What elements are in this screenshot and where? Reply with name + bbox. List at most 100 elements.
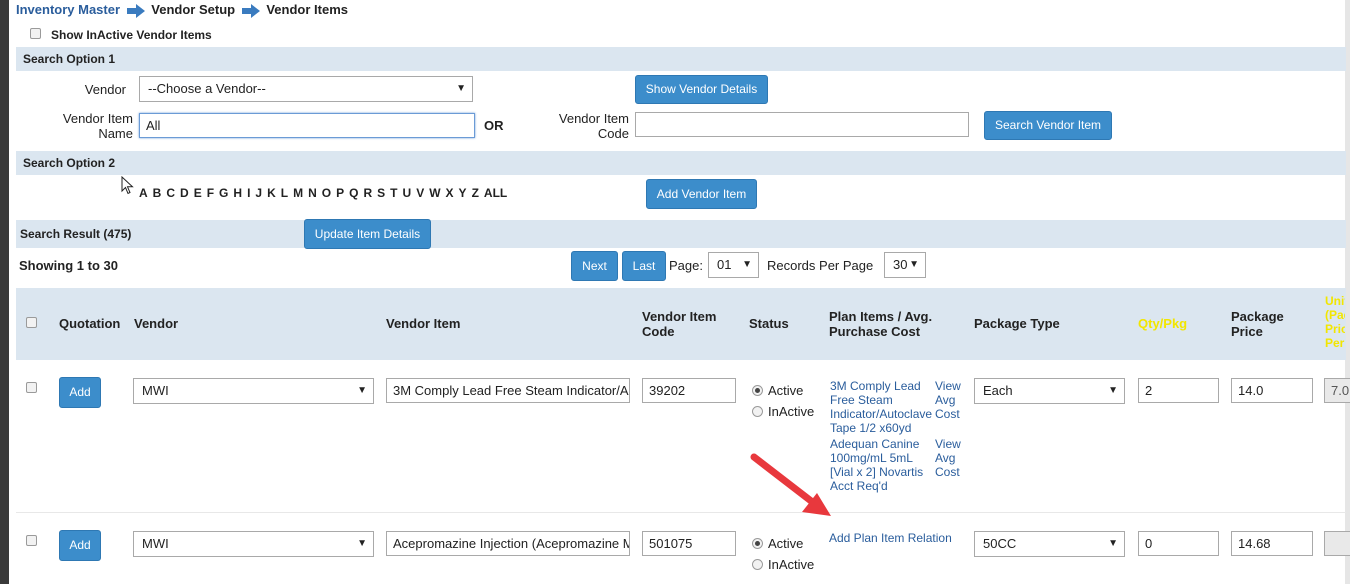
letter-filter-a[interactable]: A [139, 186, 148, 200]
select-all-checkbox[interactable] [26, 317, 37, 328]
breadcrumb-vendor-setup[interactable]: Vendor Setup [151, 2, 235, 17]
letter-filter-i[interactable]: I [247, 186, 250, 200]
alphabet-filter: A B C D E F G H I J K L M N O P Q R S T U V W X Y Z ALL [139, 186, 512, 200]
arrow-right-icon [241, 3, 260, 18]
row-1-add-button[interactable]: Add [59, 377, 101, 408]
row-1-plan-item-1-view-avg-cost-link[interactable]: View Avg Cost [935, 379, 961, 421]
next-button[interactable]: Next [571, 251, 618, 281]
update-item-details-button[interactable]: Update Item Details [304, 219, 431, 249]
show-vendor-details-button[interactable]: Show Vendor Details [635, 75, 768, 104]
row-1-price-input[interactable]: 14.0 [1231, 378, 1313, 403]
letter-filter-g[interactable]: G [219, 186, 228, 200]
vendor-item-code-label: Vendor Item Code [544, 111, 629, 141]
letter-filter-e[interactable]: E [194, 186, 202, 200]
letter-filter-p[interactable]: P [336, 186, 344, 200]
letter-filter-h[interactable]: H [233, 186, 242, 200]
letter-filter-o[interactable]: O [322, 186, 331, 200]
letter-filter-z[interactable]: Z [472, 186, 479, 200]
header-quotation: Quotation [59, 316, 121, 331]
letter-filter-w[interactable]: W [429, 186, 440, 200]
vendor-item-code-input[interactable] [635, 112, 969, 137]
row-2-code-input[interactable]: 501075 [642, 531, 736, 556]
row-1-status-active[interactable]: Active [752, 382, 803, 398]
row-1-vendor-select[interactable]: MWI ▼ [133, 378, 374, 404]
row-1-vendor-item-input[interactable]: 3M Comply Lead Free Steam Indicator/Auto… [386, 378, 630, 403]
row-1-checkbox[interactable] [26, 382, 37, 393]
show-inactive-checkbox[interactable] [30, 28, 41, 39]
letter-filter-y[interactable]: Y [459, 186, 467, 200]
letter-filter-n[interactable]: N [308, 186, 317, 200]
row-2-vendor-value: MWI [142, 536, 169, 551]
row-2-vendor-item-input[interactable]: Acepromazine Injection (Acepromazine Mal… [386, 531, 630, 556]
letter-filter-v[interactable]: V [416, 186, 424, 200]
row-1-inactive-label: InActive [768, 404, 815, 420]
letter-filter-d[interactable]: D [180, 186, 189, 200]
row-2-status-inactive[interactable]: InActive [752, 556, 814, 572]
letter-filter-f[interactable]: F [207, 186, 214, 200]
letter-filter-m[interactable]: M [293, 186, 303, 200]
row-1-plan-item-1-link[interactable]: 3M Comply Lead Free Steam Indicator/Auto… [830, 379, 932, 435]
row-1-status-inactive[interactable]: InActive [752, 403, 814, 419]
add-vendor-item-button[interactable]: Add Vendor Item [646, 179, 757, 209]
letter-filter-r[interactable]: R [363, 186, 372, 200]
vendor-select[interactable]: --Choose a Vendor-- ▼ [139, 76, 473, 102]
last-button[interactable]: Last [622, 251, 666, 281]
search-option-1-title: Search Option 1 [23, 52, 116, 66]
vendor-item-name-label-line1: Vendor Item [62, 111, 133, 126]
row-2-status-active[interactable]: Active [752, 535, 803, 551]
radio-unselected-icon[interactable] [752, 559, 763, 571]
header-plan-line2: Purchase Cost [829, 324, 921, 339]
breadcrumb-inventory-master[interactable]: Inventory Master [16, 2, 120, 17]
or-text: OR [484, 118, 504, 133]
header-package-type: Package Type [974, 316, 1060, 331]
radio-selected-icon[interactable] [752, 385, 763, 397]
plan-item-line: 100mg/mL 5mL [830, 451, 913, 465]
row-1-package-type-select[interactable]: Each ▼ [974, 378, 1125, 404]
search-vendor-item-button[interactable]: Search Vendor Item [984, 111, 1112, 140]
chevron-down-icon: ▼ [742, 259, 752, 270]
plan-item-line: Indicator/Autoclave [830, 407, 933, 421]
header-unit-line2: (Pac [1325, 308, 1345, 322]
row-2-checkbox[interactable] [26, 535, 37, 546]
header-unit-price: Unit (Pac Price Per [1325, 294, 1345, 350]
radio-selected-icon[interactable] [752, 538, 763, 550]
letter-filter-b[interactable]: B [153, 186, 162, 200]
header-qty-pkg[interactable]: Qty/Pkg [1138, 316, 1187, 331]
vendor-item-code-label-line2: Code [597, 126, 629, 141]
letter-filter-q[interactable]: Q [349, 186, 358, 200]
page-select[interactable]: 01 ▼ [708, 252, 759, 278]
letter-filter-all[interactable]: ALL [484, 186, 507, 200]
row-2-add-plan-item-relation-link[interactable]: Add Plan Item Relation [829, 531, 952, 545]
letter-filter-t[interactable]: T [390, 186, 397, 200]
view-avg-cost-line: View [935, 437, 961, 451]
row-2-package-type-select[interactable]: 50CC ▼ [974, 531, 1125, 557]
showing-text: Showing 1 to 30 [19, 258, 118, 273]
view-avg-cost-line: View [935, 379, 961, 393]
letter-filter-s[interactable]: S [377, 186, 385, 200]
letter-filter-j[interactable]: J [255, 186, 262, 200]
letter-filter-c[interactable]: C [166, 186, 175, 200]
row-2-price-input[interactable]: 14.68 [1231, 531, 1313, 556]
row-1-qty-input[interactable]: 2 [1138, 378, 1219, 403]
row-1-code-input[interactable]: 39202 [642, 378, 736, 403]
row-1-plan-item-2-link[interactable]: Adequan Canine 100mg/mL 5mL [Vial x 2] N… [830, 437, 923, 493]
records-per-page-value: 30 [893, 257, 908, 272]
letter-filter-k[interactable]: K [267, 186, 276, 200]
breadcrumb-vendor-items: Vendor Items [266, 2, 348, 17]
records-per-page-select[interactable]: 30 ▼ [884, 252, 926, 278]
row-1-unit-price-input: 7.0 [1324, 378, 1350, 403]
row-2-vendor-select[interactable]: MWI ▼ [133, 531, 374, 557]
letter-filter-l[interactable]: L [281, 186, 288, 200]
header-plan-line1: Plan Items / Avg. [829, 309, 933, 324]
row-2-qty-input[interactable]: 0 [1138, 531, 1219, 556]
view-avg-cost-line: Avg [935, 451, 956, 465]
row-1-vendor-value: MWI [142, 383, 169, 398]
vendor-item-name-input[interactable]: All [139, 113, 475, 138]
radio-unselected-icon[interactable] [752, 406, 763, 418]
letter-filter-u[interactable]: U [403, 186, 412, 200]
breadcrumb: Inventory Master Vendor Setup Vendor Ite… [16, 2, 348, 18]
row-2-add-button[interactable]: Add [59, 530, 101, 561]
row-1-plan-item-2-view-avg-cost-link[interactable]: View Avg Cost [935, 437, 961, 479]
letter-filter-x[interactable]: X [446, 186, 454, 200]
search-result-header: Search Result (475) [16, 220, 1346, 248]
